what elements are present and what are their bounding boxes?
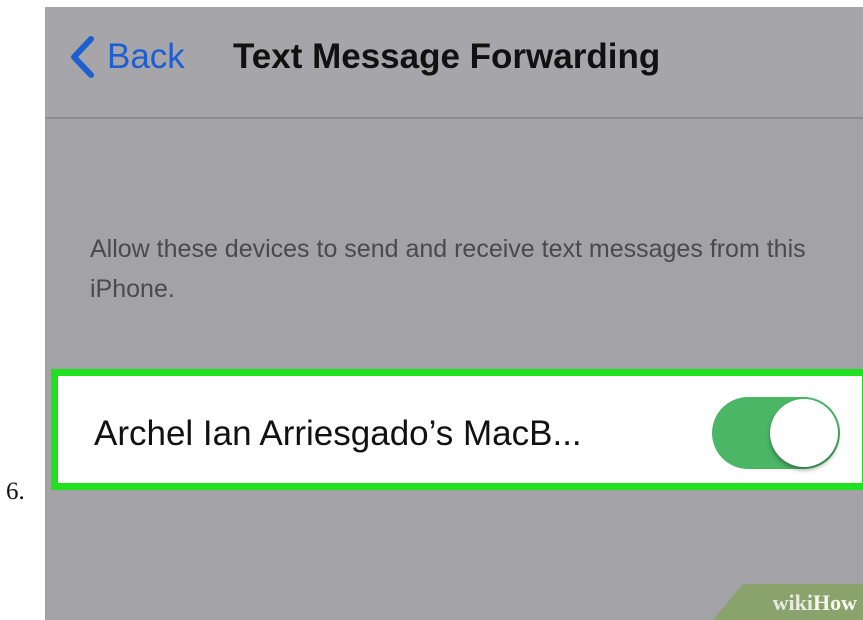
step-number: 6. bbox=[6, 478, 25, 505]
phone-screen: Back Text Message Forwarding Allow these… bbox=[45, 7, 863, 620]
chevron-left-icon bbox=[69, 35, 95, 79]
device-name: Archel Ian Arriesgado’s MacB... bbox=[94, 414, 582, 453]
page: 6. Back Text Message Forwarding Allow th… bbox=[0, 0, 863, 620]
wikihow-watermark: wikiHow bbox=[713, 584, 863, 620]
toggle-knob bbox=[770, 399, 838, 467]
back-label: Back bbox=[107, 37, 185, 76]
page-title: Text Message Forwarding bbox=[233, 37, 661, 76]
back-button[interactable]: Back bbox=[69, 35, 185, 79]
text-forwarding-toggle[interactable] bbox=[712, 397, 840, 469]
navigation-bar: Back Text Message Forwarding bbox=[45, 7, 863, 119]
device-row: Archel Ian Arriesgado’s MacB... bbox=[51, 369, 863, 490]
section-description: Allow these devices to send and receive … bbox=[90, 235, 806, 303]
